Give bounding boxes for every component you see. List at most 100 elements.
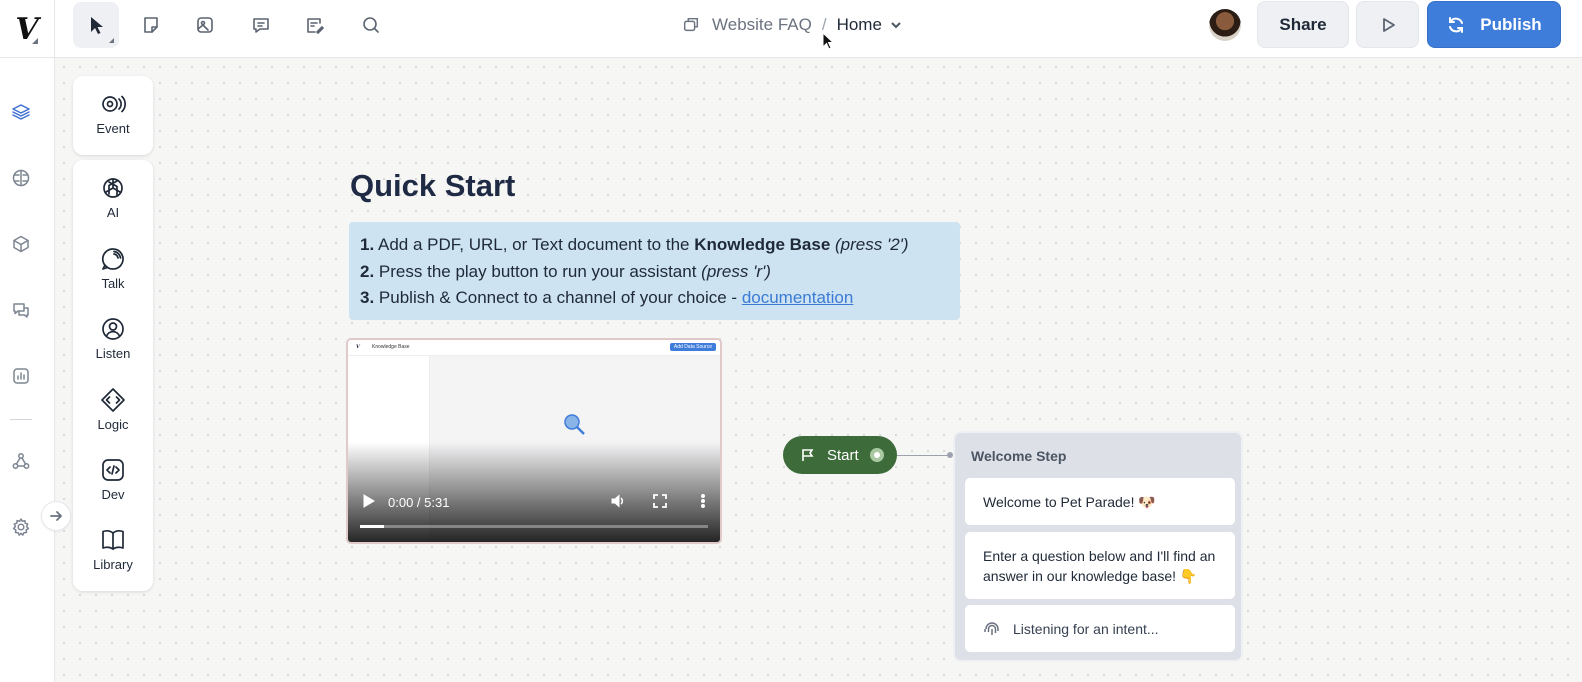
quick-start-instructions: 1. Add a PDF, URL, or Text document to t… bbox=[349, 222, 960, 320]
expand-rail-button[interactable] bbox=[41, 501, 71, 531]
message-card[interactable]: Enter a question below and I'll find an … bbox=[965, 532, 1235, 599]
brain-icon bbox=[12, 169, 30, 187]
chat-bubbles-icon bbox=[13, 303, 29, 318]
image-tool-button[interactable] bbox=[182, 2, 228, 48]
rail-item-integrations[interactable] bbox=[11, 451, 33, 473]
rail-divider bbox=[10, 419, 32, 420]
video-play-button[interactable] bbox=[360, 493, 376, 509]
play-icon bbox=[363, 494, 375, 508]
palette-item-talk[interactable]: Talk bbox=[73, 246, 153, 291]
listening-label: Listening for an intent... bbox=[1013, 620, 1159, 637]
comment-tool-button[interactable] bbox=[238, 2, 284, 48]
integrations-icon bbox=[12, 453, 30, 469]
breadcrumb-page[interactable]: Home bbox=[837, 15, 882, 35]
rail-item-layers[interactable] bbox=[11, 102, 33, 124]
video-thumbnail-header: V Knowledge Base Add Data Source bbox=[348, 340, 720, 356]
palette-item-logic[interactable]: Logic bbox=[73, 387, 153, 432]
quick-start-title: Quick Start bbox=[350, 168, 516, 203]
breadcrumb: Website FAQ / Home bbox=[682, 12, 914, 38]
logo-menu-indicator bbox=[32, 38, 38, 44]
rail-item-conversations[interactable] bbox=[11, 300, 33, 322]
message-card[interactable]: Welcome to Pet Parade! 🐶 bbox=[965, 478, 1235, 525]
block-title: Welcome Step bbox=[971, 448, 1067, 464]
flag-icon bbox=[802, 449, 814, 461]
sticky-note-icon bbox=[144, 17, 158, 33]
start-label: Start bbox=[827, 446, 859, 464]
listen-card[interactable]: Listening for an intent... bbox=[965, 605, 1235, 652]
chart-icon bbox=[13, 368, 29, 384]
search-icon bbox=[363, 17, 379, 33]
rail-item-analytics[interactable] bbox=[11, 366, 33, 388]
chevron-down-icon bbox=[891, 22, 901, 29]
run-button[interactable] bbox=[1356, 1, 1419, 48]
play-icon bbox=[1382, 17, 1395, 32]
flow-canvas[interactable] bbox=[56, 59, 1582, 682]
palette-item-library[interactable]: Library bbox=[73, 527, 153, 572]
palette-label: Library bbox=[93, 557, 133, 572]
publish-label: Publish bbox=[1480, 14, 1542, 34]
select-tool-button[interactable] bbox=[73, 2, 119, 48]
tutorial-video[interactable]: V Knowledge Base Add Data Source 0:00 / … bbox=[346, 338, 722, 544]
palette-label: AI bbox=[106, 205, 120, 220]
video-time: 0:00 / 5:31 bbox=[388, 495, 450, 510]
refresh-icon bbox=[1449, 16, 1464, 33]
palette-label: Listen bbox=[95, 346, 131, 361]
flow-connector bbox=[897, 452, 953, 458]
rail-item-knowledge-base[interactable] bbox=[11, 168, 33, 190]
quick-start-step: 3. Publish & Connect to a channel of you… bbox=[360, 288, 854, 307]
cursor-arrow-icon bbox=[91, 17, 103, 34]
user-circle-icon bbox=[102, 318, 124, 340]
search-tool-button[interactable] bbox=[348, 2, 394, 48]
volume-icon bbox=[611, 494, 624, 508]
left-rail bbox=[0, 58, 55, 682]
rail-item-settings[interactable] bbox=[11, 517, 33, 539]
palette-label: Dev bbox=[101, 487, 125, 502]
palette-label: Logic bbox=[97, 417, 129, 432]
breadcrumb-project[interactable]: Website FAQ bbox=[712, 15, 812, 35]
fullscreen-icon bbox=[653, 494, 667, 508]
comment-icon bbox=[253, 18, 269, 33]
rail-item-components[interactable] bbox=[11, 234, 33, 256]
arrow-right-icon bbox=[50, 511, 63, 521]
sticky-note-tool-button[interactable] bbox=[128, 2, 174, 48]
video-progress-bar[interactable] bbox=[360, 525, 708, 528]
palette-item-ai[interactable]: AI bbox=[73, 175, 153, 220]
video-fullscreen-button[interactable] bbox=[652, 493, 668, 509]
openai-icon bbox=[103, 178, 123, 198]
edit-note-icon bbox=[307, 18, 324, 34]
video-more-button[interactable] bbox=[695, 493, 711, 509]
documentation-link[interactable]: documentation bbox=[742, 288, 854, 307]
logic-diamond-icon bbox=[101, 388, 125, 412]
image-icon bbox=[197, 17, 213, 33]
palette-item-dev[interactable]: Dev bbox=[73, 457, 153, 502]
magnifier-illustration-icon bbox=[564, 414, 585, 435]
quick-start-step: 2. Press the play button to run your ass… bbox=[360, 261, 771, 281]
palette-label: Talk bbox=[101, 276, 125, 291]
project-icon bbox=[683, 17, 699, 32]
broadcast-icon bbox=[102, 95, 126, 113]
cube-icon bbox=[13, 235, 29, 253]
start-output-port[interactable] bbox=[870, 448, 884, 462]
user-avatar[interactable] bbox=[1209, 9, 1241, 41]
mouse-cursor-icon bbox=[822, 32, 835, 50]
code-icon bbox=[102, 459, 124, 481]
fingerprint-icon bbox=[984, 621, 999, 635]
palette-label: Event bbox=[96, 121, 130, 136]
more-vertical-icon bbox=[701, 494, 705, 508]
share-button[interactable]: Share bbox=[1257, 1, 1349, 48]
quick-start-step: 1. Add a PDF, URL, or Text document to t… bbox=[360, 235, 909, 254]
palette-item-listen[interactable]: Listen bbox=[73, 316, 153, 361]
top-bar: V Website FAQ / Home Share Publish bbox=[0, 0, 1582, 58]
publish-button[interactable]: Publish bbox=[1427, 1, 1561, 48]
video-volume-button[interactable] bbox=[610, 493, 626, 509]
step-palette: AI Talk Listen Logic Dev Library bbox=[73, 160, 153, 591]
palette-item-event[interactable]: Event bbox=[73, 91, 153, 136]
layers-icon bbox=[12, 104, 30, 120]
speech-bubble-icon bbox=[101, 248, 124, 270]
video-progress-fill bbox=[360, 525, 385, 528]
notes-tool-button[interactable] bbox=[292, 2, 338, 48]
logo[interactable]: V bbox=[0, 0, 55, 58]
gear-icon bbox=[12, 518, 30, 536]
book-icon bbox=[102, 530, 124, 550]
welcome-step-block[interactable]: Welcome Step Welcome to Pet Parade! 🐶 En… bbox=[953, 431, 1243, 662]
